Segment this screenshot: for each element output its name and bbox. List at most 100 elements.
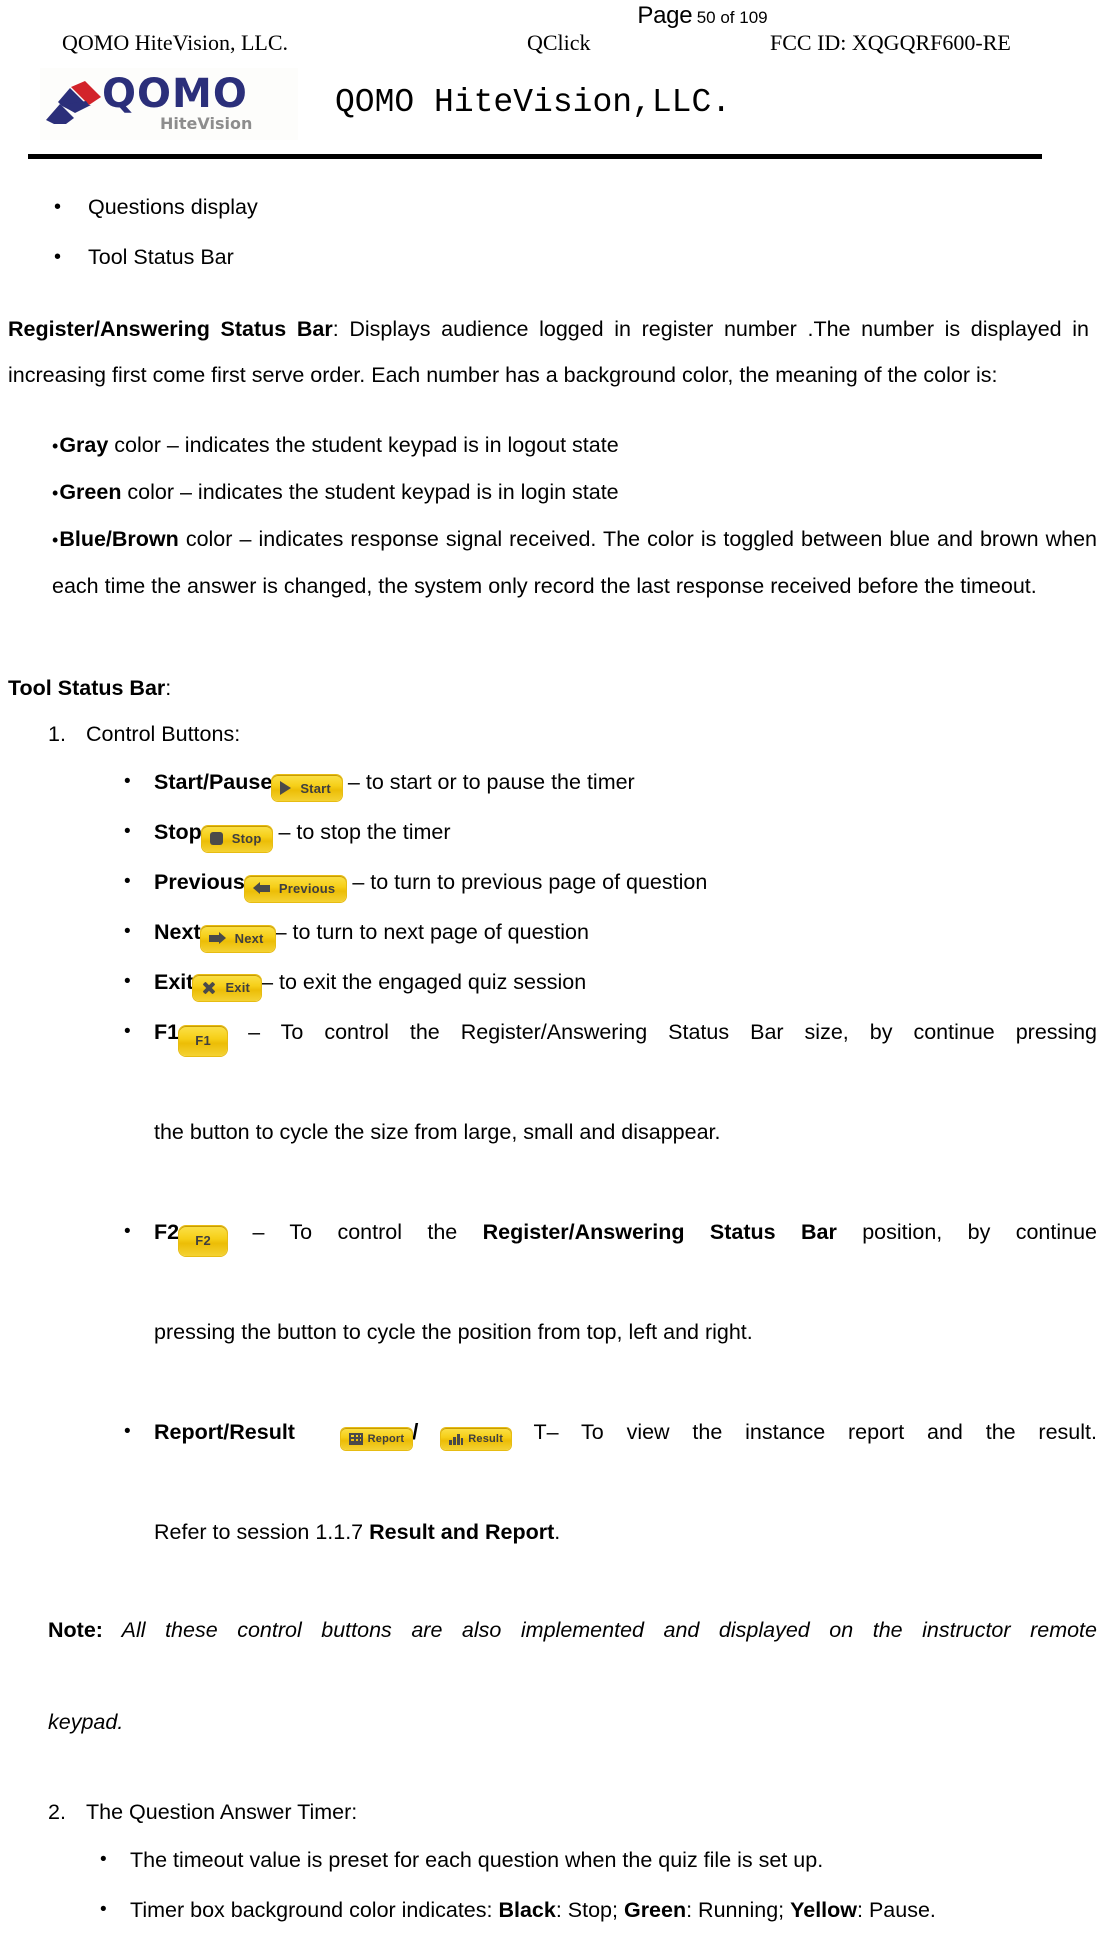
list-item: • Tool Status Bar <box>8 232 1097 282</box>
stop-button-label: Stop <box>231 831 262 846</box>
timer-color-black: Black <box>498 1898 556 1922</box>
report-result-separator: / <box>412 1419 419 1444</box>
timer-list-item: • The timeout value is preset for each q… <box>8 1835 1097 1885</box>
color-term: Blue/Brown <box>59 527 179 551</box>
exit-button-label: Exit <box>225 980 251 995</box>
bullet-glyph: • <box>54 196 62 218</box>
list-number: 2. <box>48 1800 66 1824</box>
bullet-glyph: • <box>124 1221 131 1242</box>
f1-button[interactable]: F1 <box>179 1025 228 1056</box>
list-title: Control Buttons: <box>86 722 241 746</box>
bullet-glyph: • <box>124 921 131 942</box>
previous-button-label: Previous <box>278 881 336 896</box>
list-item: •Green color – indicates the student key… <box>8 469 1097 516</box>
note-text-cont: keypad. <box>48 1710 124 1734</box>
f1-button-label: F1 <box>195 1033 211 1048</box>
report-button-label: Report <box>367 1432 405 1445</box>
header-fcc-id: FCC ID: XQGQRF600-RE <box>770 30 1011 55</box>
header-product: QClick <box>527 30 591 55</box>
bullet-text: Questions display <box>88 195 258 219</box>
previous-term: Previous <box>154 870 245 894</box>
bullet-glyph: • <box>124 1021 131 1042</box>
f2-term: F2 <box>154 1220 180 1244</box>
report-result-desc: T– To view the instance report and the r… <box>511 1420 1097 1444</box>
bullet-glyph: • <box>124 971 131 992</box>
f2-desc-c: position, by continue <box>836 1220 1097 1244</box>
bullet-glyph: • <box>124 1421 131 1442</box>
bullet-glyph: • <box>54 246 62 268</box>
arrow-right-icon <box>208 932 226 945</box>
result-button[interactable]: Result <box>441 1428 512 1450</box>
bullet-glyph: • <box>124 771 131 792</box>
start-button[interactable]: Start <box>272 775 342 801</box>
f1-desc: – To control the Register/Answering Stat… <box>227 1020 1097 1044</box>
previous-button[interactable]: Previous <box>244 875 347 902</box>
numbered-item-1: 1. Control Buttons: <box>8 711 1097 757</box>
register-bar-term: Register/Answering Status Bar <box>8 317 333 341</box>
stop-desc: – to stop the timer <box>272 820 451 844</box>
f1-desc-cont: the button to cycle the size from large,… <box>154 1120 721 1144</box>
page-number-value: 50 of 109 <box>696 8 768 27</box>
logo-wordmark: QOMO <box>102 71 248 117</box>
document-page: Page 50 of 109 QOMO HiteVision, LLC. QCl… <box>0 0 1105 1922</box>
f1-term: F1 <box>154 1020 180 1044</box>
exit-button[interactable]: Exit <box>193 974 262 1001</box>
play-icon <box>280 781 292 795</box>
timer-color-green: Green <box>623 1898 687 1922</box>
note-paragraph: Note: All these control buttons are also… <box>8 1607 1097 1745</box>
next-desc: – to turn to next page of question <box>274 920 589 944</box>
start-pause-desc: – to start or to pause the timer <box>341 770 635 794</box>
logo-subtext: HiteVision <box>160 114 253 133</box>
timer-color-yellow: Yellow <box>790 1898 858 1922</box>
list-number: 1. <box>48 722 66 746</box>
control-button-item-next: • Next Next – to turn to next page of quest… <box>8 907 1097 957</box>
stop-square-icon <box>209 832 223 845</box>
bullet-glyph: • <box>124 821 131 842</box>
register-bar-paragraph: Register/Answering Status Bar: Displays … <box>8 306 1097 398</box>
stop-button[interactable]: Stop <box>201 825 273 852</box>
control-button-item-f1: • F1 F1 – To control the Register/Answerin… <box>8 1007 1097 1207</box>
next-button[interactable]: Next <box>200 925 275 952</box>
bullet-glyph: • <box>52 436 59 456</box>
control-button-item-start: • Start/Pause Start – to start or to pause… <box>8 757 1097 807</box>
list-item: •Blue/Brown color – indicates response s… <box>8 516 1097 609</box>
list-title: The Question Answer Timer: <box>86 1800 358 1824</box>
report-button[interactable]: Report <box>340 1428 413 1450</box>
color-text: color – indicates the student keypad is … <box>108 433 619 457</box>
timer-colors-prefix: Timer box background color indicates: <box>130 1898 499 1922</box>
qomo-logo: QOMO HiteVision <box>40 68 298 140</box>
document-title: QOMO HiteVision,LLC. <box>335 84 732 121</box>
report-result-ref: Result and Report <box>369 1520 555 1544</box>
bullet-text: Tool Status Bar <box>88 245 234 269</box>
previous-desc: – to turn to previous page of question <box>346 870 708 894</box>
page-label: Page <box>637 2 693 29</box>
note-label: Note: <box>48 1618 103 1642</box>
logo-row: QOMO HiteVision QOMO HiteVision,LLC. <box>30 66 1075 146</box>
numbered-item-2: 2. The Question Answer Timer: <box>8 1789 1097 1835</box>
timer-item-text: The timeout value is preset for each que… <box>130 1848 824 1872</box>
page-number-header: Page 50 of 109 <box>0 2 1105 30</box>
start-button-label: Start <box>300 780 331 796</box>
bullet-glyph: • <box>52 530 59 550</box>
control-button-item-report-result: • Report/Result Report / Result T– To view… <box>8 1407 1097 1607</box>
f2-bold-term: Register/Answering Status Bar <box>482 1220 837 1244</box>
grid-table-icon <box>348 1433 363 1445</box>
result-button-label: Result <box>468 1432 504 1445</box>
color-text: color – indicates the student keypad is … <box>121 480 619 504</box>
timer-colors-item: • Timer box background color indicates: B… <box>8 1885 1097 1935</box>
report-result-term: Report/Result <box>154 1420 295 1444</box>
document-body: • Questions display • Tool Status Bar Re… <box>0 182 1105 1935</box>
control-button-item-stop: • Stop Stop – to stop the timer <box>8 807 1097 857</box>
start-pause-term: Start/Pause <box>154 770 273 794</box>
f2-button-label: F2 <box>195 1233 211 1248</box>
next-button-label: Next <box>234 931 264 946</box>
close-x-icon <box>201 980 216 995</box>
bullet-glyph: • <box>124 871 131 892</box>
tool-status-bar-colon: : <box>165 676 172 700</box>
color-text: color – indicates response signal receiv… <box>52 527 1097 598</box>
header-divider <box>28 154 1042 159</box>
f2-button[interactable]: F2 <box>179 1225 228 1256</box>
